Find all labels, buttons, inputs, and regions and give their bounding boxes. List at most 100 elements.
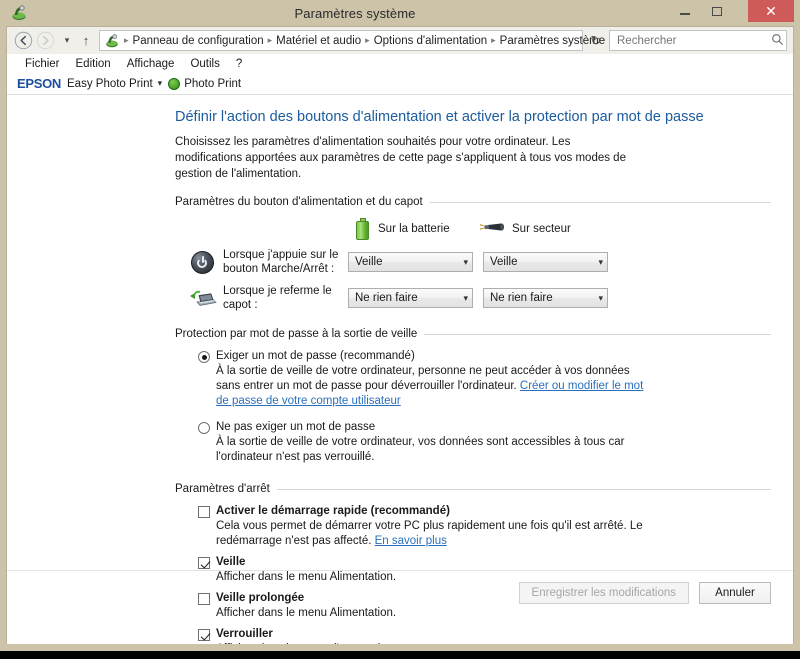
chevron-down-icon: ▾ bbox=[598, 292, 603, 303]
window-client-area: ▾ ↑ ▸ Panneau de configuration ▸ Matérie… bbox=[6, 26, 794, 644]
page-description: Choisissez les paramètres d'alimentation… bbox=[175, 136, 626, 180]
divider-line bbox=[429, 201, 771, 203]
menu-item-fichier[interactable]: Fichier bbox=[17, 58, 68, 70]
power-source-column-headers: Sur la batterie Sur secteur bbox=[175, 218, 771, 240]
chevron-down-icon: ▾ bbox=[463, 256, 468, 267]
column-label-on-battery: Sur la batterie bbox=[378, 223, 450, 235]
desktop-background: Paramètres système ✕ ▾ ↑ ▸ Panneau de co… bbox=[0, 0, 800, 659]
radio-label-require-password: Exiger un mot de passe (recommandé) bbox=[216, 350, 415, 362]
maximize-icon bbox=[712, 6, 722, 16]
up-one-level-button[interactable]: ↑ bbox=[77, 33, 95, 48]
maximize-button[interactable] bbox=[702, 0, 732, 22]
power-button-icon bbox=[187, 250, 217, 274]
photo-print-icon bbox=[168, 77, 181, 90]
dropdown-value: Ne rien faire bbox=[355, 292, 418, 304]
link-learn-more[interactable]: En savoir plus bbox=[375, 535, 447, 547]
back-button[interactable] bbox=[13, 30, 34, 51]
chevron-down-icon: ▾ bbox=[598, 256, 603, 267]
minimize-icon bbox=[680, 13, 690, 15]
forward-button[interactable] bbox=[35, 30, 56, 51]
control-panel-icon bbox=[10, 4, 28, 22]
address-bar[interactable]: ▸ Panneau de configuration ▸ Matériel et… bbox=[99, 30, 618, 51]
setting-row-power-button: Lorsque j'appuie sur le bouton Marche/Ar… bbox=[175, 248, 771, 276]
close-icon: ✕ bbox=[765, 2, 777, 19]
dropdown-lid-close-on-battery[interactable]: Ne rien faire ▾ bbox=[348, 288, 473, 308]
checkbox-option-lock[interactable]: Verrouiller Afficher dans le menu d'avat… bbox=[175, 628, 771, 644]
divider-line bbox=[424, 333, 771, 335]
radio-option-no-password[interactable]: Ne pas exiger un mot de passe À la sorti… bbox=[175, 421, 771, 465]
radio-description-no-password: À la sortie de veille de votre ordinateu… bbox=[216, 436, 625, 463]
breadcrumb-separator: ▸ bbox=[491, 35, 496, 45]
checkbox-label-lock: Verrouiller bbox=[216, 628, 273, 640]
radio-label-no-password: Ne pas exiger un mot de passe bbox=[216, 421, 376, 433]
dropdown-value: Veille bbox=[490, 256, 518, 268]
breadcrumb-separator: ▸ bbox=[267, 35, 273, 45]
setting-label-power-button: Lorsque j'appuie sur le bouton Marche/Ar… bbox=[223, 249, 339, 275]
battery-icon bbox=[356, 218, 369, 240]
footer-divider bbox=[7, 570, 793, 571]
menu-item-outils[interactable]: Outils bbox=[182, 58, 227, 70]
column-header-on-battery: Sur la batterie bbox=[348, 218, 479, 240]
dropdown-value: Ne rien faire bbox=[490, 292, 553, 304]
dropdown-lid-close-plugged-in[interactable]: Ne rien faire ▾ bbox=[483, 288, 608, 308]
address-control-panel-icon bbox=[104, 33, 120, 49]
group-title-shutdown-settings: Paramètres d'arrêt bbox=[175, 483, 270, 495]
breadcrumb-separator: ▸ bbox=[365, 35, 370, 45]
search-box[interactable] bbox=[609, 30, 787, 51]
epson-logo: EPSON bbox=[17, 76, 62, 91]
refresh-button[interactable]: ↻ bbox=[586, 33, 606, 49]
footer-button-bar: Enregistrer les modifications Annuler bbox=[518, 582, 771, 604]
radio-button-require-password[interactable] bbox=[198, 351, 210, 363]
radio-description-require-password: À la sortie de veille de votre ordinateu… bbox=[198, 364, 656, 409]
page-title: Définir l'action des boutons d'alimentat… bbox=[175, 109, 704, 125]
menu-item-edition[interactable]: Edition bbox=[68, 58, 119, 70]
close-button[interactable]: ✕ bbox=[748, 0, 794, 22]
radio-button-no-password[interactable] bbox=[198, 422, 210, 434]
menu-item-affichage[interactable]: Affichage bbox=[119, 58, 183, 70]
group-title-power-buttons: Paramètres du bouton d'alimentation et d… bbox=[175, 196, 423, 208]
checkbox-label-hibernate: Veille prolongée bbox=[216, 592, 305, 604]
dropdown-power-button-plugged-in[interactable]: Veille ▾ bbox=[483, 252, 608, 272]
breadcrumb-separator: ▸ bbox=[124, 35, 129, 45]
cancel-button[interactable]: Annuler bbox=[699, 582, 771, 604]
group-header-power-buttons: Paramètres du bouton d'alimentation et d… bbox=[175, 196, 771, 208]
easy-photo-print-button[interactable]: Easy Photo Print bbox=[67, 78, 153, 90]
chevron-down-icon: ▾ bbox=[463, 292, 468, 303]
search-input[interactable] bbox=[617, 34, 771, 47]
column-label-plugged-in: Sur secteur bbox=[512, 223, 571, 235]
group-header-shutdown-settings: Paramètres d'arrêt bbox=[175, 483, 771, 495]
setting-label-lid-close: Lorsque je referme le capot : bbox=[223, 285, 332, 311]
checkbox-option-fast-startup[interactable]: Activer le démarrage rapide (recommandé)… bbox=[175, 505, 771, 549]
chevron-down-icon[interactable]: ▾ bbox=[158, 78, 163, 89]
radio-option-require-password[interactable]: Exiger un mot de passe (recommandé) À la… bbox=[175, 350, 771, 409]
breadcrumb-item-hardware-sound[interactable]: Matériel et audio bbox=[274, 35, 363, 47]
checkbox-sleep[interactable] bbox=[198, 557, 210, 569]
checkbox-hibernate[interactable] bbox=[198, 593, 210, 605]
content-pane: Définir l'action des boutons d'alimentat… bbox=[7, 95, 793, 644]
power-plug-icon bbox=[479, 221, 505, 237]
save-changes-button[interactable]: Enregistrer les modifications bbox=[518, 582, 689, 604]
group-header-password-protection: Protection par mot de passe à la sortie … bbox=[175, 328, 771, 340]
breadcrumb-item-power-options[interactable]: Options d'alimentation bbox=[372, 35, 489, 47]
recent-locations-button[interactable]: ▾ bbox=[60, 35, 74, 46]
group-title-password-protection: Protection par mot de passe à la sortie … bbox=[175, 328, 418, 340]
dropdown-value: Veille bbox=[355, 256, 383, 268]
photo-print-button[interactable]: Photo Print bbox=[184, 78, 241, 90]
menu-item-help[interactable]: ? bbox=[228, 58, 250, 70]
control-panel-window: Paramètres système ✕ ▾ ↑ ▸ Panneau de co… bbox=[0, 0, 800, 651]
checkbox-description-hibernate: Afficher dans le menu Alimentation. bbox=[216, 607, 397, 619]
checkbox-fast-startup[interactable] bbox=[198, 506, 210, 518]
dropdown-power-button-on-battery[interactable]: Veille ▾ bbox=[348, 252, 473, 272]
column-header-plugged-in: Sur secteur bbox=[479, 218, 610, 240]
checkbox-label-sleep: Veille bbox=[216, 556, 246, 568]
laptop-lid-icon bbox=[187, 289, 217, 308]
window-titlebar[interactable]: Paramètres système ✕ bbox=[6, 0, 794, 26]
minimize-button[interactable] bbox=[670, 0, 700, 22]
navigation-bar: ▾ ↑ ▸ Panneau de configuration ▸ Matérie… bbox=[7, 27, 793, 54]
checkbox-lock[interactable] bbox=[198, 629, 210, 641]
checkbox-description-fast-startup: Cela vous permet de démarrer votre PC pl… bbox=[198, 519, 656, 549]
checkbox-label-fast-startup: Activer le démarrage rapide (recommandé) bbox=[216, 505, 450, 517]
divider-line bbox=[276, 488, 771, 490]
setting-row-lid-close: Lorsque je referme le capot : Ne rien fa… bbox=[175, 284, 771, 312]
breadcrumb-item-control-panel[interactable]: Panneau de configuration bbox=[131, 35, 266, 47]
